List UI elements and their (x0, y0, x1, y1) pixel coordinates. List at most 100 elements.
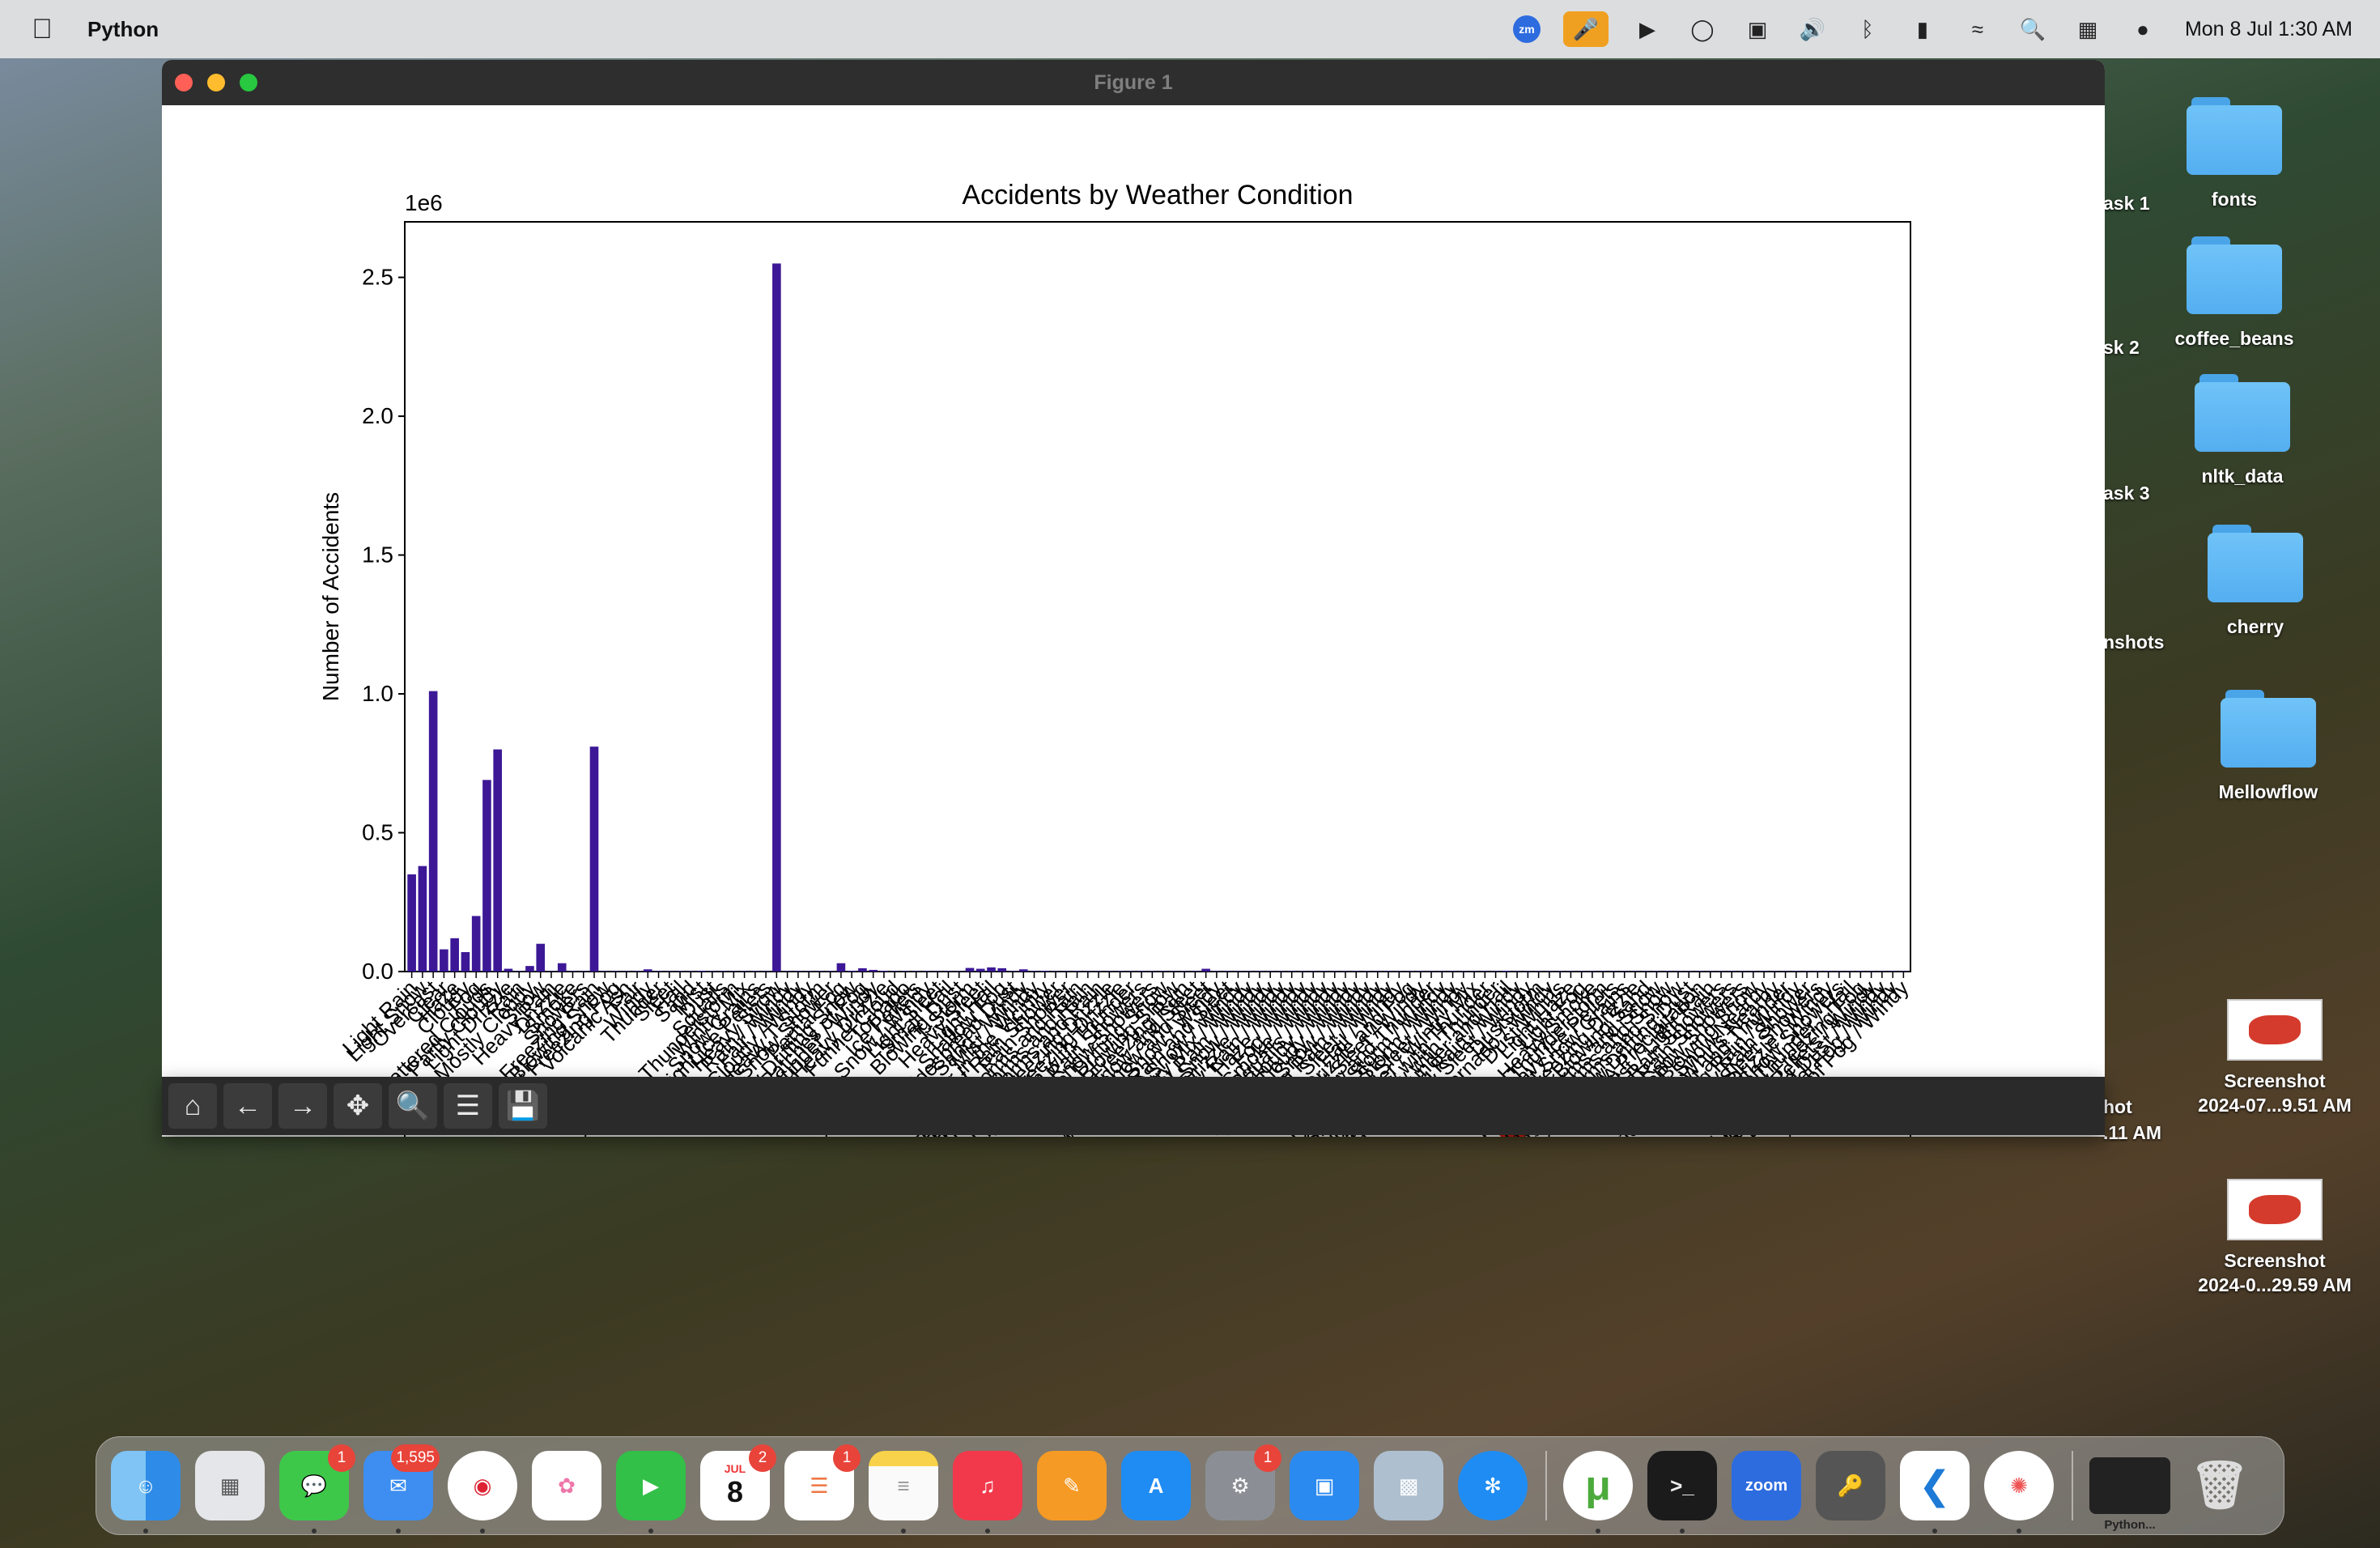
safari-icon[interactable]: ✻ (1458, 1451, 1528, 1520)
bar (1524, 971, 1532, 972)
bar (471, 916, 481, 972)
finder-icon[interactable]: ☺ (111, 1451, 181, 1533)
zoom-magnifier-icon[interactable]: 🔍 (389, 1083, 437, 1129)
y-tick-label: 1.5 (362, 542, 393, 568)
minimize-window-button[interactable] (207, 74, 225, 91)
bar (1277, 971, 1286, 972)
bar (879, 970, 889, 972)
bar (440, 949, 448, 972)
window-titlebar[interactable]: Figure 1 (162, 60, 2105, 105)
zoom-status-icon[interactable]: zm (1512, 15, 1541, 43)
desktop-folder-nltk-data[interactable]: nltk_data (2178, 374, 2307, 489)
launchpad-icon[interactable]: ▦ (195, 1451, 265, 1520)
bar (1351, 971, 1361, 972)
figure-canvas[interactable]: −120−110−100−90−80−70Longitude25(C) Open… (162, 105, 2105, 1137)
desktop-screenshot-1[interactable]: Screenshot 2024-07...9.51 AM (2178, 999, 2372, 1117)
pan-icon[interactable]: ✥ (334, 1083, 382, 1129)
home-icon[interactable]: ⌂ (168, 1083, 217, 1129)
bar (1759, 971, 1769, 972)
bar (718, 971, 728, 972)
folder-icon (2208, 525, 2303, 602)
bar (1373, 971, 1383, 972)
folder-icon (2187, 236, 2282, 314)
bar (1191, 971, 1200, 972)
bar (622, 971, 631, 972)
wordpress-icon[interactable]: ◯ (1686, 13, 1719, 45)
control-center-icon[interactable]: ▦ (2072, 13, 2104, 45)
back-arrow-icon[interactable]: ← (223, 1083, 272, 1129)
spotlight-search-icon[interactable]: 🔍 (2017, 13, 2049, 45)
utorrent-icon[interactable]: μ (1563, 1451, 1633, 1533)
calendar-icon[interactable]: JUL 8 2 (700, 1444, 776, 1520)
screenshot-thumbnail-icon (2227, 999, 2323, 1061)
bar (1781, 971, 1790, 972)
bluetooth-icon[interactable]: ᛒ (1851, 13, 1884, 45)
keynote-icon[interactable]: ▣ (1290, 1451, 1359, 1520)
bar (815, 971, 824, 972)
maximize-window-button[interactable] (240, 74, 257, 91)
bar (482, 780, 491, 972)
configure-subplots-icon[interactable]: ☰ (444, 1083, 492, 1129)
wifi-icon[interactable]: ≈ (1961, 13, 1994, 45)
desktop-folder-coffee-beans[interactable]: coffee_beans (2161, 236, 2307, 351)
bar (922, 971, 932, 972)
app-menu-python[interactable]: Python (87, 17, 159, 42)
folder-icon (2195, 374, 2290, 452)
bar (1330, 971, 1340, 972)
bar (1491, 971, 1500, 972)
bar (1802, 971, 1812, 972)
bar (783, 971, 792, 972)
bar (1426, 971, 1436, 972)
notes-icon[interactable]: ≡ (869, 1451, 938, 1533)
apple-menu-icon[interactable]:  (18, 0, 66, 58)
display-icon[interactable]: ▣ (1741, 13, 1774, 45)
app-store-icon[interactable]: A (1121, 1451, 1191, 1520)
siri-icon[interactable]: ● (2127, 13, 2159, 45)
zoom-app-icon[interactable]: zoom (1732, 1451, 1801, 1520)
volume-icon[interactable]: 🔊 (1796, 13, 1829, 45)
terminal-icon[interactable]: >_ (1647, 1451, 1717, 1533)
python-launcher-icon[interactable]: ✺ (1984, 1451, 2054, 1533)
chrome-icon[interactable]: ◉ (448, 1451, 517, 1533)
bar (418, 865, 427, 972)
battery-icon[interactable]: ▮ (1906, 13, 1939, 45)
desktop-folder-fonts[interactable]: fonts (2170, 97, 2299, 212)
pages-icon[interactable]: ✎ (1037, 1451, 1107, 1520)
bar (1448, 971, 1457, 972)
python-window-thumbnail-icon[interactable]: Python... (2089, 1457, 2170, 1532)
folder-icon (2221, 690, 2316, 768)
facetime-icon[interactable]: ▶ (616, 1451, 686, 1533)
menu-clock[interactable]: Mon 8 Jul 1:30 AM (2185, 18, 2352, 41)
photos-icon[interactable]: ✿ (532, 1451, 601, 1520)
bar (504, 968, 513, 972)
bar (1255, 971, 1264, 972)
reminders-icon[interactable]: ☰ 1 (784, 1444, 861, 1520)
microphone-icon[interactable]: 🎤 (1562, 11, 1609, 47)
messages-icon[interactable]: 💬 1 (279, 1444, 355, 1533)
play-icon[interactable]: ▶ (1631, 13, 1664, 45)
desktop-screenshot-2[interactable]: Screenshot 2024-0...29.59 AM (2178, 1179, 2372, 1297)
desktop-folder-mellowflow[interactable]: Mellowflow (2204, 690, 2333, 805)
bar (1051, 971, 1060, 972)
mail-icon[interactable]: ✉ 1,595 (363, 1444, 440, 1533)
desktop-partial-label: ask 1 (2103, 193, 2150, 214)
desktop-folder-cherry[interactable]: cherry (2191, 525, 2320, 640)
plot-frame (404, 221, 1911, 972)
vscode-icon[interactable]: ❮ (1900, 1451, 1970, 1533)
keychain-icon[interactable]: 🔑 (1816, 1451, 1885, 1520)
window-title: Figure 1 (1094, 70, 1173, 94)
music-icon[interactable]: ♫ (953, 1451, 1022, 1533)
screenshot-name: Screenshot (2224, 1070, 2326, 1091)
forward-arrow-icon[interactable]: → (278, 1083, 327, 1129)
close-window-button[interactable] (175, 74, 193, 91)
bar (525, 966, 534, 972)
bar (1416, 971, 1426, 972)
preview-icon[interactable]: ▩ (1374, 1451, 1443, 1520)
bar (1222, 971, 1232, 972)
system-settings-icon[interactable]: ⚙ 1 (1205, 1444, 1281, 1520)
trash-icon[interactable]: 🗑 (2185, 1451, 2255, 1520)
bar (901, 971, 910, 972)
y-tick-label: 2.0 (362, 403, 393, 428)
save-floppy-icon[interactable]: 💾 (499, 1083, 547, 1129)
bar (1308, 971, 1318, 972)
